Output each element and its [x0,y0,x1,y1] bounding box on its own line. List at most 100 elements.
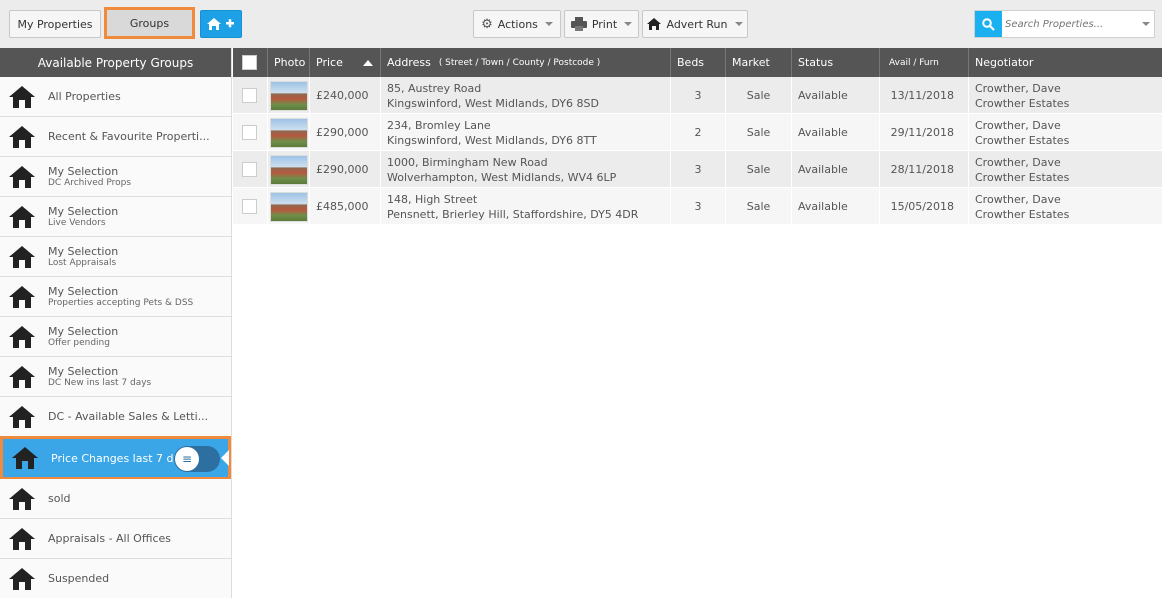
header-address-parts: ( Street / Town / County / Postcode ) [438,57,601,68]
header-negotiator[interactable]: Negotiator [968,48,1162,77]
group-text: All Properties [48,90,121,103]
chevron-down-icon [544,22,553,26]
chevron-down-icon [734,22,743,26]
address-street: 85, Austrey Road [387,81,482,95]
row-checkbox[interactable] [242,162,257,177]
property-thumbnail[interactable] [270,117,308,148]
house-icon [9,245,37,269]
sidebar-group-item[interactable]: My Selection DC Archived Props [0,157,231,197]
table-row[interactable]: £290,000 1000, Birmingham New Road Wolverh… [233,151,1162,188]
negotiator-agency: Crowther Estates [975,207,1070,221]
group-text: My Selection DC New ins last 7 days [48,365,151,388]
list-icon: ≡ [175,447,199,471]
address-street: 234, Bromley Lane [387,118,491,132]
sidebar-group-item[interactable]: My Selection Live Vendors [0,197,231,237]
sidebar-group-item[interactable]: Recent & Favourite Properti... [0,117,231,157]
my-properties-button[interactable]: My Properties [9,10,101,38]
groups-button[interactable]: Groups [104,7,195,39]
sidebar-group-item[interactable]: DC - Available Sales & Letti... [0,397,231,437]
address-locality: Pensnett, Brierley Hill, Staffordshire, … [387,207,639,221]
group-text: My Selection Properties accepting Pets & … [48,285,193,308]
property-thumbnail[interactable] [270,80,308,111]
group-text: My Selection DC Archived Props [48,165,131,188]
sidebar-group-item[interactable]: Suspended [0,559,231,598]
row-select-cell [233,77,267,114]
group-toggle[interactable]: ≡ [174,446,220,472]
header-avail[interactable]: Avail / Furn [879,48,968,77]
actions-button[interactable]: ⚙ Actions [473,10,561,38]
sidebar-group-item[interactable]: Price Changes last 7 days ≡ [0,436,231,480]
advert-run-label: Advert Run [666,17,728,31]
row-checkbox[interactable] [242,199,257,214]
header-beds[interactable]: Beds [670,48,725,77]
market-cell: Sale [725,77,791,114]
house-icon [12,446,40,470]
actions-label: Actions [497,17,538,31]
house-plus-icon [207,18,234,30]
price-cell: £485,000 [309,188,380,225]
sidebar-group-item[interactable]: Appraisals - All Offices [0,519,231,559]
photo-cell [267,151,309,188]
market-cell: Sale [725,151,791,188]
address-street: 148, High Street [387,192,478,206]
group-text: Appraisals - All Offices [48,532,171,545]
header-photo[interactable]: Photo [267,48,309,77]
group-name: My Selection [48,285,119,298]
table-row[interactable]: £290,000 234, Bromley Lane Kingswinford, W… [233,114,1162,151]
search-input[interactable] [1005,13,1135,35]
address-street: 1000, Birmingham New Road [387,155,548,169]
group-name: My Selection [48,365,119,378]
search-box[interactable] [974,10,1155,38]
header-market[interactable]: Market [725,48,791,77]
property-thumbnail[interactable] [270,154,308,185]
property-groups-sidebar: Available Property Groups All Properties… [0,48,232,598]
house-icon [9,487,37,511]
negotiator-cell: Crowther, Dave Crowther Estates [968,151,1162,188]
row-checkbox[interactable] [242,88,257,103]
beds-cell: 2 [670,114,725,151]
add-property-button[interactable] [200,10,242,38]
row-select-cell [233,114,267,151]
sidebar-group-item[interactable]: sold [0,479,231,519]
group-text: My Selection Live Vendors [48,205,118,228]
table-row[interactable]: £240,000 85, Austrey Road Kingswinford, We… [233,77,1162,114]
table-body: £240,000 85, Austrey Road Kingswinford, We… [233,77,1162,225]
search-dropdown-icon[interactable] [1142,22,1150,26]
market-cell: Sale [725,114,791,151]
sidebar-group-item[interactable]: My Selection DC New ins last 7 days [0,357,231,397]
sidebar-group-item[interactable]: My Selection Lost Appraisals [0,237,231,277]
group-text: My Selection Offer pending [48,325,118,348]
sidebar-group-item[interactable]: My Selection Offer pending [0,317,231,357]
row-checkbox[interactable] [242,125,257,140]
group-name: Suspended [48,572,110,585]
print-button[interactable]: Print [564,10,639,38]
sidebar-group-item[interactable]: My Selection Properties accepting Pets & … [0,277,231,317]
house-icon [9,205,37,229]
sidebar-group-item[interactable]: All Properties [0,77,231,117]
search-icon[interactable] [975,11,1002,37]
sidebar-header: Available Property Groups [0,48,231,77]
select-all-checkbox[interactable] [242,55,257,70]
address-cell: 1000, Birmingham New Road Wolverhampton, … [380,151,670,188]
header-address[interactable]: Address ( Street / Town / County / Postc… [380,48,670,77]
header-status[interactable]: Status [791,48,879,77]
address-locality: Kingswinford, West Midlands, DY6 8SD [387,96,599,110]
negotiator-name: Crowther, Dave [975,81,1061,95]
avail-cell: 28/11/2018 [879,151,968,188]
price-cell: £290,000 [309,114,380,151]
group-name: sold [48,492,71,505]
photo-cell [267,77,309,114]
negotiator-name: Crowther, Dave [975,118,1061,132]
house-icon [9,405,37,429]
property-thumbnail[interactable] [270,191,308,222]
address-cell: 148, High Street Pensnett, Brierley Hill,… [380,188,670,225]
table-row[interactable]: £485,000 148, High Street Pensnett, Brierl… [233,188,1162,225]
header-price[interactable]: Price [309,48,380,77]
groups-label: Groups [129,16,170,30]
group-subtitle: Offer pending [48,338,110,348]
select-all-cell [233,48,267,77]
advert-run-button[interactable]: Advert Run [642,10,748,38]
status-cell: Available [791,114,879,151]
negotiator-agency: Crowther Estates [975,96,1070,110]
house-icon [9,567,37,591]
